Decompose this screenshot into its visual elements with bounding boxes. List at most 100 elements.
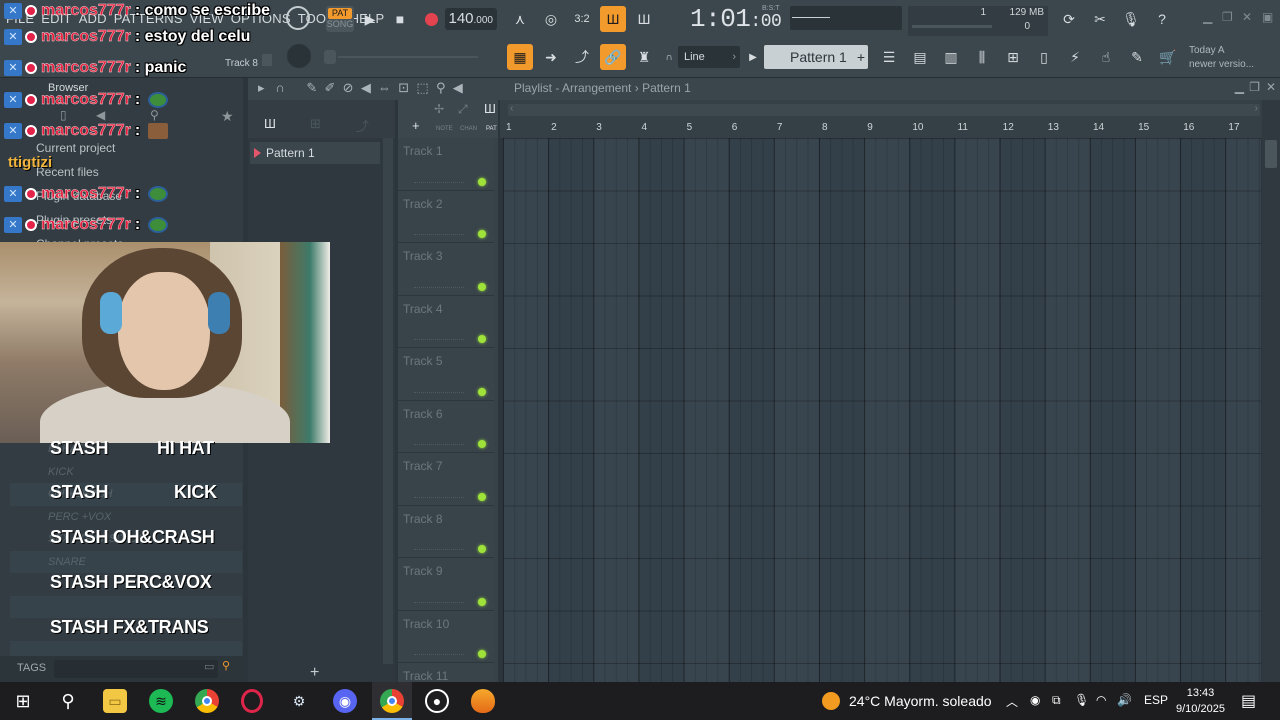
- track-led-icon[interactable]: [478, 597, 486, 606]
- tray-mic-icon[interactable]: 🎙: [1074, 693, 1089, 707]
- tags-input[interactable]: [54, 660, 218, 678]
- timeline-ruler[interactable]: ‹ › 1 2 3 4 5 6 7 8 9 10 11 12 13 14 15 16 17: [500, 100, 1265, 138]
- countdown-icon[interactable]: 3:2: [569, 6, 595, 32]
- playlist-grid[interactable]: [503, 138, 1261, 682]
- record-icon[interactable]: [418, 6, 444, 32]
- discord-icon[interactable]: ◉: [333, 689, 357, 713]
- track-header-5[interactable]: Track 5: [398, 348, 494, 401]
- play-pattern-icon[interactable]: ▶: [744, 46, 762, 68]
- link-icon[interactable]: 🔗: [600, 44, 626, 70]
- track-header-6[interactable]: Track 6: [398, 400, 494, 453]
- piano-roll-view-icon[interactable]: ▥: [938, 44, 964, 70]
- track-led-icon[interactable]: [478, 230, 486, 238]
- track-led-icon[interactable]: [478, 545, 486, 553]
- cart-icon[interactable]: 🛒: [1155, 44, 1181, 70]
- vertical-scroll-thumb[interactable]: [1265, 140, 1277, 168]
- arrow-right-icon[interactable]: ➜: [538, 44, 564, 70]
- piano-roll-icon[interactable]: ▦: [507, 44, 533, 70]
- tray-device-icon[interactable]: ⧉: [1052, 693, 1061, 708]
- track-header-9[interactable]: Track 9: [398, 558, 494, 611]
- obs-icon[interactable]: ●: [425, 689, 449, 713]
- folder-snare[interactable]: SNARE: [10, 550, 242, 573]
- maximize-icon[interactable]: ❐: [1222, 10, 1233, 24]
- windows-start-icon[interactable]: ⊞: [11, 689, 35, 713]
- volume-icon[interactable]: 🔊: [1117, 693, 1132, 707]
- wifi-icon[interactable]: ◠: [1096, 693, 1106, 707]
- clock[interactable]: 13:43 9/10/2025: [1176, 685, 1225, 717]
- folder-kick[interactable]: KICK: [10, 461, 242, 484]
- add-pattern-button[interactable]: +: [857, 45, 865, 69]
- pencil-curve-icon[interactable]: ⤴: [569, 44, 595, 70]
- track-led-icon[interactable]: [478, 440, 486, 448]
- header-resize-icon[interactable]: ⤢: [458, 102, 468, 117]
- file-explorer-icon[interactable]: ▭: [103, 689, 127, 713]
- track-header-1[interactable]: Track 1: [398, 138, 494, 191]
- channel-rack-icon[interactable]: ▤: [907, 44, 933, 70]
- track-header-8[interactable]: Track 8: [398, 505, 494, 558]
- track-header-3[interactable]: Track 3: [398, 243, 494, 296]
- snap-select[interactable]: Line ›: [678, 46, 740, 68]
- stamp-icon[interactable]: ♜: [631, 44, 657, 70]
- mute-icon[interactable]: ◀: [361, 80, 371, 95]
- step-edit-icon[interactable]: Ш: [600, 6, 626, 32]
- fl-studio-icon[interactable]: [471, 689, 495, 713]
- pattern-selector[interactable]: Pattern 1 +: [764, 45, 868, 69]
- track-led-icon[interactable]: [478, 387, 486, 396]
- picker-scrollbar[interactable]: [383, 138, 393, 664]
- track-led-icon[interactable]: [478, 492, 486, 501]
- delete-icon[interactable]: ⊘: [343, 80, 354, 95]
- minimize-icon[interactable]: ▁: [1203, 10, 1212, 24]
- weather-icon[interactable]: [822, 692, 840, 710]
- track-header-7[interactable]: Track 7: [398, 453, 494, 506]
- file-icon[interactable]: ▯: [1031, 44, 1057, 70]
- microphone-icon[interactable]: 🎙: [1118, 6, 1144, 32]
- cut-icon[interactable]: ✂: [1087, 6, 1113, 32]
- scroll-right-icon[interactable]: ›: [1255, 103, 1258, 114]
- track-led-icon[interactable]: [478, 335, 486, 343]
- search-icon[interactable]: ⚲: [56, 689, 80, 713]
- playlist-maximize-icon[interactable]: ❐: [1249, 80, 1260, 94]
- vertical-scrollbar[interactable]: [1262, 100, 1280, 682]
- tag-search-icon[interactable]: ⚲: [222, 659, 230, 672]
- chrome-icon[interactable]: [195, 689, 219, 713]
- plugin-icon[interactable]: ⚡: [1062, 44, 1088, 70]
- tray-obs-icon[interactable]: ◉: [1030, 693, 1040, 707]
- folder-icon[interactable]: ▭: [204, 660, 214, 673]
- scroll-left-icon[interactable]: ‹: [510, 103, 513, 114]
- track-led-icon[interactable]: [478, 177, 486, 186]
- wait-input-icon[interactable]: ◎: [538, 6, 564, 32]
- tray-expand-icon[interactable]: ︿: [1006, 693, 1018, 710]
- mixer-icon[interactable]: ⫼: [969, 44, 995, 70]
- close-window-icon[interactable]: ✕: [1242, 10, 1252, 24]
- slip-icon[interactable]: ⇔: [378, 80, 391, 95]
- tag-icon[interactable]: ✎: [1124, 44, 1150, 70]
- weather-text[interactable]: 24°C Mayorm. soleado: [849, 693, 992, 709]
- speaker-icon[interactable]: ◀: [453, 80, 463, 95]
- language-indicator[interactable]: ESP: [1144, 693, 1168, 707]
- folder-perc-vox[interactable]: PERC +VOX: [10, 506, 242, 529]
- loop-record-icon[interactable]: Ш: [631, 6, 657, 32]
- help-icon[interactable]: ?: [1149, 6, 1175, 32]
- steam-icon[interactable]: ⚙: [287, 689, 311, 713]
- picker-automation-icon[interactable]: ⤴: [356, 116, 369, 135]
- tempo-display[interactable]: 140.000: [445, 8, 497, 30]
- track-header-2[interactable]: Track 2: [398, 190, 494, 243]
- play-icon[interactable]: ▶: [357, 6, 383, 32]
- chrome-active-icon[interactable]: [380, 689, 404, 713]
- zoom-icon[interactable]: ⚲: [436, 80, 446, 95]
- add-track-icon[interactable]: +: [412, 118, 420, 133]
- playlist-close-icon[interactable]: ✕: [1266, 80, 1276, 94]
- news-panel[interactable]: Today A newer versio...: [1189, 44, 1254, 72]
- metronome-icon[interactable]: ⋏: [507, 6, 533, 32]
- playlist-icon[interactable]: ☰: [876, 44, 902, 70]
- picker-add-button[interactable]: +: [310, 664, 319, 682]
- playlist-minimize-icon[interactable]: ▁: [1235, 80, 1244, 94]
- notifications-icon[interactable]: ▤: [1241, 691, 1256, 711]
- slice-icon[interactable]: ⊡: [398, 80, 409, 95]
- touch-icon[interactable]: ☝: [1093, 44, 1119, 70]
- header-pattern-icon[interactable]: Ш: [484, 101, 496, 116]
- track-led-icon[interactable]: [478, 282, 486, 291]
- horizontal-scrollbar[interactable]: ‹ ›: [508, 103, 1260, 116]
- track-header-4[interactable]: Track 4: [398, 295, 494, 348]
- opera-icon[interactable]: [241, 689, 263, 713]
